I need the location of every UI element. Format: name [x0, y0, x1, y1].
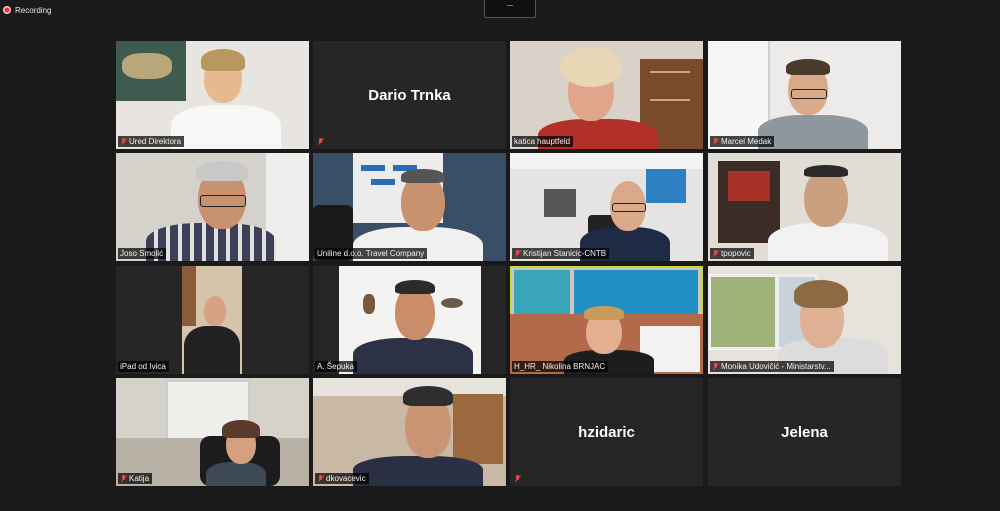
participant-name-label: katica hauptfeld [512, 136, 574, 147]
participant-hair [395, 280, 435, 294]
participant-body [184, 326, 240, 374]
participant-body [758, 115, 868, 149]
participant-name-label: Kristijan Stanicic-CNTB [512, 248, 610, 259]
participant-name-label: Uniline d.o.o. Travel Company [315, 248, 428, 259]
muted-mic-icon [514, 474, 521, 483]
shelf-board [650, 99, 690, 101]
cabinet [453, 394, 503, 464]
door-frame [182, 266, 196, 326]
muted-mic-icon [514, 249, 521, 258]
participant-hair [786, 59, 830, 75]
video-tile-dkovacevic[interactable]: dkovacevic [313, 378, 506, 486]
video-tile-marcel-medak[interactable]: Marcel Medak [708, 41, 901, 149]
participant-body [206, 462, 266, 486]
participant-body [353, 338, 473, 374]
recording-icon [3, 6, 11, 14]
participant-hair [584, 306, 624, 320]
painting-island [122, 53, 172, 79]
participant-name-label: iPad od Ivica [118, 361, 169, 372]
glasses [612, 203, 646, 212]
video-tile-katija[interactable]: Katija [116, 378, 309, 486]
participant-hair [794, 280, 848, 308]
video-tile-ured-direktora[interactable]: Ured Direktora [116, 41, 309, 149]
participant-body [768, 223, 888, 261]
recording-label: Recording [15, 5, 52, 15]
participant-name-label: Joso Smolić [118, 248, 167, 259]
participant-name-label: tpopovic [710, 248, 754, 259]
view-options-button[interactable] [484, 0, 536, 18]
muted-mic-icon [712, 249, 719, 258]
glasses [791, 89, 827, 99]
window [708, 274, 778, 350]
video-tile-jelena[interactable]: Jelena [708, 378, 901, 486]
participant-display-name: Jelena [781, 423, 828, 441]
participant-body [353, 456, 483, 486]
participant-head [804, 169, 848, 227]
video-tile-a-sepuka[interactable]: A. Šepuka [313, 266, 506, 374]
wall-poster [544, 189, 576, 217]
wall-poster [646, 169, 686, 203]
participant-name-label: Ured Direktora [118, 136, 185, 147]
ceiling [510, 153, 703, 169]
banner-logo [371, 179, 395, 185]
participant-display-name: hzidaric [578, 423, 635, 441]
video-tile-monika-udovicic[interactable]: Monika Udovičić - Ministarstv... [708, 266, 901, 374]
participant-name-label [315, 136, 327, 147]
video-tile-hzidaric[interactable]: hzidaric [510, 378, 703, 486]
recording-indicator[interactable]: Recording [3, 3, 51, 17]
participant-hair [222, 420, 260, 438]
video-tile-tpopovic[interactable]: tpopovic [708, 153, 901, 261]
video-tile-uniline[interactable]: Uniline d.o.o. Travel Company [313, 153, 506, 261]
participant-hair [196, 161, 248, 181]
muted-mic-icon [317, 137, 324, 146]
painting-detail [728, 171, 770, 201]
participant-head [204, 296, 226, 326]
participant-name-label [512, 473, 524, 484]
participant-hair [201, 49, 245, 71]
muted-mic-icon [120, 137, 127, 146]
participant-name-label: A. Šepuka [315, 361, 357, 372]
video-tile-ipad-od-ivica[interactable]: iPad od Ivica [116, 266, 309, 374]
muted-mic-icon [120, 474, 127, 483]
video-tile-nikolina-brnjac[interactable]: H_HR_ Nikolina BRNJAC [510, 266, 703, 374]
wall-decoration [441, 298, 463, 308]
muted-mic-icon [712, 362, 719, 371]
participant-hair [560, 47, 622, 87]
glasses [200, 195, 246, 207]
video-tile-kristijan-stanicic[interactable]: Kristijan Stanicic-CNTB [510, 153, 703, 261]
participant-hair [401, 169, 445, 183]
participant-name-label: Marcel Medak [710, 136, 775, 147]
participant-body [171, 105, 281, 149]
wall-photo [514, 270, 570, 314]
participant-name-label: Monika Udovičić - Ministarstv... [710, 361, 834, 372]
muted-mic-icon [317, 474, 324, 483]
muted-mic-icon [712, 137, 719, 146]
participant-name-label: H_HR_ Nikolina BRNJAC [512, 361, 609, 372]
video-tile-dario-trnka[interactable]: Dario Trnka [313, 41, 506, 149]
wall-decoration [363, 294, 375, 314]
video-tile-katica-hauptfeld[interactable]: katica hauptfeld [510, 41, 703, 149]
participant-display-name: Dario Trnka [368, 86, 451, 104]
participant-name-label: dkovacevic [315, 473, 369, 484]
banner-logo [361, 165, 385, 171]
video-tile-joso-smolic[interactable]: Joso Smolić [116, 153, 309, 261]
participant-name-label: Katija [118, 473, 153, 484]
participant-hair [403, 386, 453, 406]
participant-hair [804, 165, 848, 177]
shelf-board [650, 71, 690, 73]
